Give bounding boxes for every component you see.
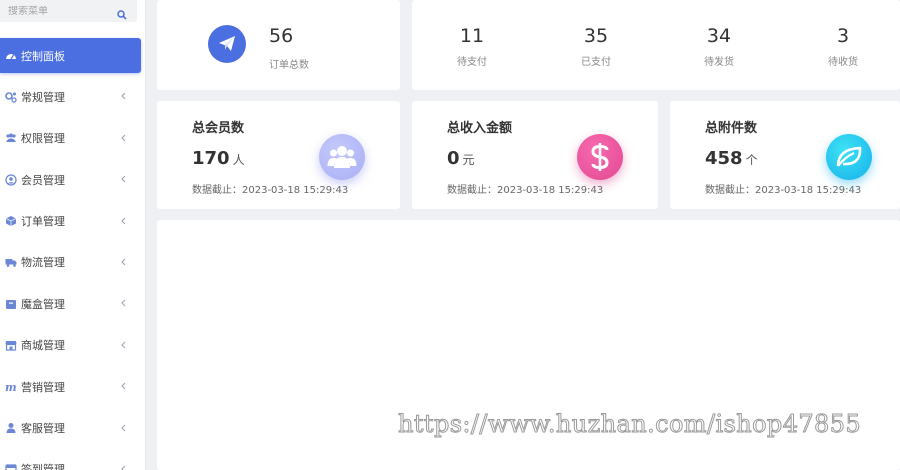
menu-search-input[interactable] <box>8 5 108 17</box>
sidebar-item-label: 控制面板 <box>21 49 65 63</box>
leaf-icon <box>826 134 872 180</box>
unit-label: 人 <box>232 153 245 167</box>
sidebar-item-label: 常规管理 <box>21 90 65 104</box>
shop-icon <box>5 339 17 351</box>
chevron-left-icon <box>120 216 128 226</box>
income-amount: 0 <box>447 148 460 169</box>
svg-text:m: m <box>5 381 17 393</box>
sidebar-menu: 控制面板 常规管理 权限管理 会员管理 订单管理 物流管理 魔盒管理 商城管理 … <box>0 38 146 470</box>
sidebar: 控制面板 常规管理 权限管理 会员管理 <box>0 0 146 470</box>
dashboard-icon <box>5 50 17 62</box>
sidebar-item-members[interactable]: 会员管理 <box>0 162 146 197</box>
data-timestamp: 数据截止：2023-03-18 15:29:43 <box>705 185 862 196</box>
sidebar-item-label: 商城管理 <box>21 339 65 353</box>
sidebar-item-label: 客服管理 <box>21 422 65 436</box>
order-status-pending-shipment: 34 待发货 <box>674 25 764 68</box>
status-count: 3 <box>836 25 850 47</box>
users-group-icon <box>5 132 17 144</box>
card-value: 170 人 <box>192 148 245 169</box>
calendar-icon <box>5 463 17 470</box>
dollar-icon <box>577 134 623 180</box>
sidebar-item-label: 订单管理 <box>21 215 65 229</box>
chevron-left-icon <box>120 133 128 143</box>
sidebar-item-permissions[interactable]: 权限管理 <box>0 121 146 156</box>
orders-total-value: 56 <box>269 25 294 47</box>
status-label: 待发货 <box>704 57 734 68</box>
card-value: 458 个 <box>705 148 758 169</box>
sidebar-item-magic-box[interactable]: 魔盒管理 <box>0 286 146 321</box>
orders-total-label: 订单总数 <box>269 60 309 71</box>
attachments-count: 458 <box>705 148 743 169</box>
card-title: 总会员数 <box>192 121 245 136</box>
sidebar-item-mall[interactable]: 商城管理 <box>0 328 146 363</box>
sidebar-item-label: 签到管理 <box>21 463 65 470</box>
sidebar-item-orders[interactable]: 订单管理 <box>0 204 146 239</box>
chevron-left-icon <box>120 298 128 308</box>
chevron-left-icon <box>120 381 128 391</box>
sidebar-item-label: 物流管理 <box>21 256 65 270</box>
sidebar-item-customer-service[interactable]: 客服管理 <box>0 411 146 446</box>
watermark-text: https://www.huzhan.com/ishop47855 <box>397 410 862 439</box>
status-label: 待收货 <box>828 57 858 68</box>
unit-label: 元 <box>462 153 475 167</box>
box-icon <box>5 298 17 310</box>
card-title: 总收入金额 <box>447 121 513 136</box>
sidebar-item-dashboard[interactable]: 控制面板 <box>0 38 141 73</box>
truck-icon <box>5 256 17 268</box>
chevron-left-icon <box>120 340 128 350</box>
order-status-pending-payment: 11 待支付 <box>427 25 517 68</box>
data-timestamp: 数据截止：2023-03-18 15:29:43 <box>447 185 604 196</box>
users-icon <box>319 134 365 180</box>
sidebar-item-label: 权限管理 <box>21 132 65 146</box>
status-label: 已支付 <box>581 57 611 68</box>
orders-total-card: 56 订单总数 <box>157 0 400 90</box>
search-icon[interactable] <box>117 5 127 20</box>
data-timestamp: 数据截止：2023-03-18 15:29:43 <box>192 185 349 196</box>
chevron-left-icon <box>120 174 128 184</box>
chevron-left-icon <box>120 91 128 101</box>
sidebar-item-marketing[interactable]: m 营销管理 <box>0 369 146 404</box>
total-income-card: 总收入金额 0元 数据截止：2023-03-18 15:29:43 <box>412 101 658 209</box>
menu-search-box[interactable] <box>0 0 137 22</box>
chevron-left-icon <box>120 464 128 470</box>
status-count: 11 <box>459 25 485 47</box>
unit-label: 个 <box>745 153 758 167</box>
card-title: 总附件数 <box>705 121 758 136</box>
user-circle-icon <box>5 174 17 186</box>
status-count: 34 <box>706 25 732 47</box>
order-status-paid: 35 已支付 <box>551 25 641 68</box>
members-count: 170 <box>192 148 230 169</box>
paper-plane-icon <box>208 25 246 63</box>
total-members-card: 总会员数 170 人 数据截止：2023-03-18 15:29:43 <box>157 101 400 209</box>
status-count: 35 <box>583 25 609 47</box>
sidebar-item-logistics[interactable]: 物流管理 <box>0 245 146 280</box>
order-status-pending-receipt: 3 待收货 <box>798 25 888 68</box>
chevron-left-icon <box>120 423 128 433</box>
order-status-card: 11 待支付 35 已支付 34 待发货 3 待收货 <box>412 0 900 90</box>
cogs-icon <box>5 91 17 103</box>
sidebar-item-label: 会员管理 <box>21 173 65 187</box>
marketing-m-icon: m <box>5 381 17 393</box>
chevron-left-icon <box>120 257 128 267</box>
user-icon <box>5 422 17 434</box>
card-value: 0元 <box>447 148 475 169</box>
sidebar-item-label: 营销管理 <box>21 380 65 394</box>
sidebar-item-general[interactable]: 常规管理 <box>0 79 146 114</box>
sidebar-item-label: 魔盒管理 <box>21 297 65 311</box>
status-label: 待支付 <box>457 57 487 68</box>
total-attachments-card: 总附件数 458 个 数据截止：2023-03-18 15:29:43 <box>670 101 900 209</box>
cube-icon <box>5 215 17 227</box>
sidebar-item-checkin[interactable]: 签到管理 <box>0 452 146 470</box>
